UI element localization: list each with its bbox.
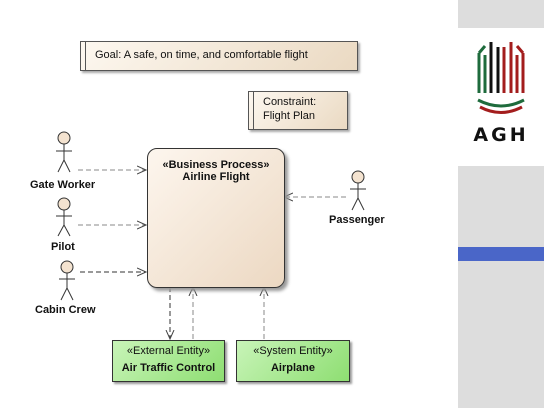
actor-label-cabin-crew: Cabin Crew [35,304,96,316]
system-entity-box[interactable]: «System Entity» Airplane [236,340,350,382]
actor-cabin-crew-figure[interactable] [59,260,75,301]
process-name: Airline Flight [182,171,250,183]
external-entity-box[interactable]: «External Entity» Air Traffic Control [112,340,225,382]
constraint-note[interactable]: Constraint: Flight Plan [248,91,348,130]
sidebar-panel: AGH [458,0,544,408]
airplane-stereotype: «System Entity» [253,345,333,357]
logo-text: AGH [473,124,529,146]
actor-passenger-figure[interactable] [350,170,366,211]
atc-name: Air Traffic Control [121,362,216,374]
actor-label-pilot: Pilot [51,241,75,253]
actor-label-gate-worker: Gate Worker [30,179,96,191]
agh-logo-icon [477,42,525,114]
goal-note[interactable]: Goal: A safe, on time, and comfortable f… [80,41,358,71]
constraint-note-text: Constraint: Flight Plan [263,95,316,123]
diagram-canvas: Goal: A safe, on time, and comfortable f… [0,0,458,408]
constraint-value: Flight Plan [263,110,315,122]
airplane-name: Airplane [270,362,315,374]
accent-bar [458,247,544,261]
actor-gate-worker-figure[interactable] [56,131,72,173]
goal-note-text: Goal: A safe, on time, and comfortable f… [95,49,308,61]
process-stereotype: «Business Process» [162,159,270,171]
actor-label-passenger: Passenger [329,214,385,226]
constraint-label: Constraint: [263,96,317,108]
actor-pilot-figure[interactable] [56,197,72,237]
business-process-box[interactable]: «Business Process» Airline Flight [147,148,285,288]
atc-stereotype: «External Entity» [126,345,211,357]
